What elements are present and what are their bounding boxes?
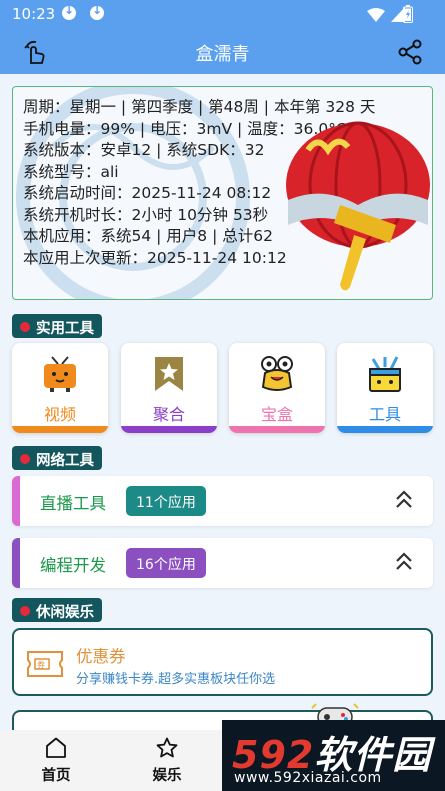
section-title: 网络工具 — [36, 453, 94, 469]
tool-label: 聚合 — [152, 405, 185, 424]
wifi-icon — [367, 8, 385, 22]
network-item-live[interactable]: 直播工具 11个应用 — [12, 476, 433, 526]
tab-home[interactable]: 首页 — [26, 736, 86, 785]
section-title: 实用工具 — [36, 321, 94, 337]
section-dot — [20, 606, 30, 616]
coupon-title: 优惠券 — [76, 647, 126, 666]
tool-accent-bar — [12, 426, 108, 433]
tab-label: 娱乐 — [152, 768, 182, 784]
mascot-icon — [261, 356, 293, 391]
tool-card-video[interactable]: 视频 — [12, 343, 108, 433]
network-item-dev[interactable]: 编程开发 16个应用 — [12, 538, 433, 588]
share-icon[interactable] — [397, 39, 423, 65]
site-watermark: 592软件园 www.592xiazai.com — [222, 720, 445, 791]
tv-icon — [44, 356, 76, 392]
tool-label: 宝盒 — [260, 405, 293, 424]
coupon-ticket-icon: 券 — [27, 651, 63, 677]
tool-card-utilities[interactable]: 工具 — [337, 343, 433, 433]
svg-text:券: 券 — [37, 660, 45, 670]
status-time: 10:23 — [12, 5, 56, 23]
device-info-card: 周期：星期一 | 第四季度 | 第48周 | 本年第 328 天 手机电量：99… — [12, 86, 433, 300]
bookmark-star-icon — [155, 357, 183, 391]
section-header-network: 网络工具 — [12, 446, 102, 470]
section-header-leisure: 休闲娱乐 — [12, 598, 102, 622]
chevron-up-icon[interactable] — [395, 550, 413, 574]
home-icon — [46, 737, 66, 758]
tool-label: 视频 — [43, 405, 76, 424]
app-count-badge: 11个应用 — [126, 486, 206, 516]
chevron-up-icon[interactable] — [395, 488, 413, 512]
tool-card-aggregate[interactable]: 聚合 — [121, 343, 217, 433]
tool-accent-bar — [229, 426, 325, 433]
coupon-subtitle: 分享赚钱卡券.超多实惠板块任你选 — [76, 672, 276, 687]
app-title: 盒濡青 — [195, 44, 250, 65]
section-title: 休闲娱乐 — [36, 605, 94, 621]
star-icon — [156, 737, 178, 758]
tab-label: 首页 — [41, 768, 71, 784]
section-dot — [20, 454, 30, 464]
watermark-url: www.592xiazai.com — [234, 770, 382, 786]
tab-entertainment[interactable]: 娱乐 — [137, 736, 197, 785]
app-bar: 盒濡青 — [0, 30, 445, 74]
section-dot — [20, 322, 30, 332]
network-item-name: 直播工具 — [40, 494, 106, 513]
battery-icon — [403, 5, 413, 23]
tool-accent-bar — [121, 426, 217, 433]
status-bar: 10:23 — [0, 0, 445, 30]
download-icon — [62, 3, 76, 20]
row-accent — [12, 476, 20, 526]
download-icon — [90, 3, 104, 20]
network-item-name: 编程开发 — [40, 556, 106, 575]
section-header-tools: 实用工具 — [12, 314, 102, 338]
row-accent — [12, 538, 20, 588]
app-count-badge: 16个应用 — [126, 548, 206, 578]
coupon-card[interactable]: 券 优惠券 分享赚钱卡券.超多实惠板块任你选 — [12, 628, 433, 696]
tool-card-box[interactable]: 宝盒 — [229, 343, 325, 433]
lantern-decoration — [286, 121, 430, 291]
tool-label: 工具 — [368, 405, 401, 424]
toolbox-icon — [369, 356, 401, 392]
tool-accent-bar — [337, 426, 433, 433]
